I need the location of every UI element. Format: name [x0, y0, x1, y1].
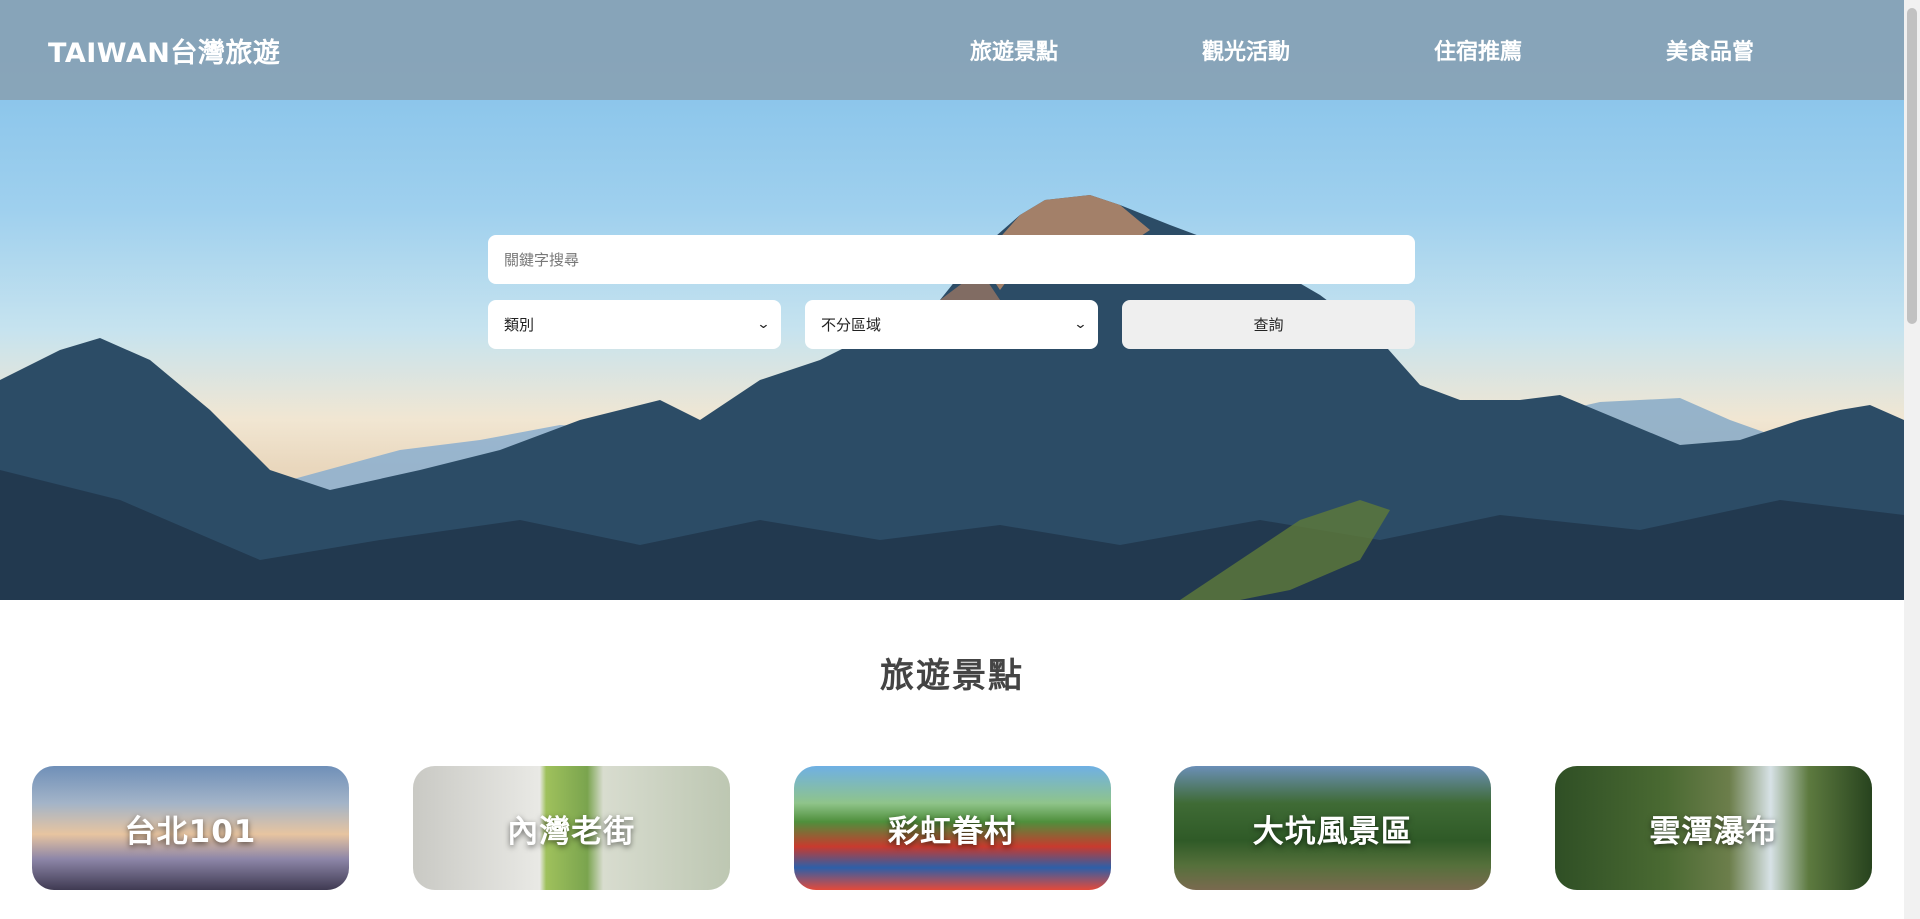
main-nav: 旅遊景點 觀光活動 住宿推薦 美食品嘗: [898, 34, 1826, 66]
region-select-value: 不分區域: [821, 316, 882, 334]
attraction-card[interactable]: 雲潭瀑布: [1555, 766, 1872, 890]
attraction-card[interactable]: 台北101: [32, 766, 349, 890]
attraction-cards: 台北101 內灣老街 彩虹眷村 大坑風景區 雲潭瀑布: [32, 766, 1872, 890]
nav-link-food[interactable]: 美食品嘗: [1594, 34, 1826, 66]
site-logo[interactable]: TAIWAN台灣旅遊: [48, 31, 280, 70]
search-submit-button[interactable]: 查詢: [1122, 300, 1415, 349]
attraction-card[interactable]: 內灣老街: [412, 766, 730, 890]
nav-link-accommodation[interactable]: 住宿推薦: [1362, 34, 1594, 66]
attraction-card[interactable]: 彩虹眷村: [793, 766, 1111, 890]
attraction-card-label: 彩虹眷村: [888, 813, 1016, 850]
attraction-card-label: 台北101: [124, 813, 257, 850]
attraction-card-label: 內灣老街: [507, 813, 636, 850]
section-title: 旅遊景點: [880, 656, 1024, 696]
nav-link-activities[interactable]: 觀光活動: [1130, 34, 1362, 66]
nav-link-attractions[interactable]: 旅遊景點: [898, 34, 1130, 66]
search-filters-row: 類別 ⌄ 不分區域 ⌄ 查詢: [488, 300, 1415, 349]
scrollbar-thumb[interactable]: [1907, 8, 1917, 324]
keyword-search-input[interactable]: [488, 235, 1415, 284]
search-panel: 類別 ⌄ 不分區域 ⌄ 查詢: [488, 235, 1415, 349]
category-select[interactable]: 類別 ⌄: [488, 300, 781, 349]
region-select[interactable]: 不分區域 ⌄: [805, 300, 1098, 349]
category-select-value: 類別: [504, 316, 535, 334]
site-header: TAIWAN台灣旅遊 旅遊景點 觀光活動 住宿推薦 美食品嘗: [0, 0, 1904, 100]
attraction-card[interactable]: 大坑風景區: [1174, 766, 1492, 890]
page-scrollbar[interactable]: [1904, 0, 1920, 919]
chevron-down-icon: ⌄: [1073, 317, 1088, 332]
chevron-down-icon: ⌄: [756, 317, 771, 332]
attraction-card-label: 雲潭瀑布: [1649, 813, 1778, 850]
attraction-card-label: 大坑風景區: [1252, 813, 1413, 850]
